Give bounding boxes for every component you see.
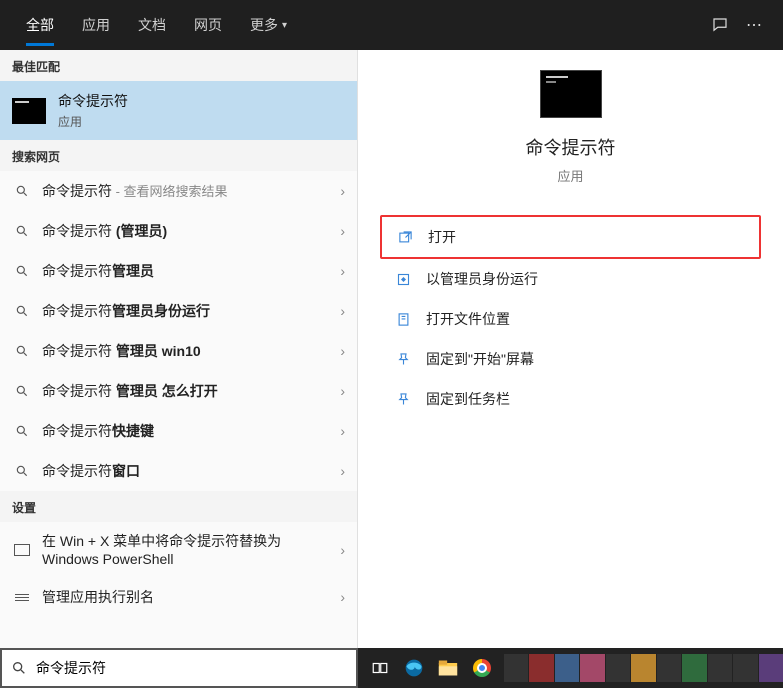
feedback-icon[interactable]: [703, 8, 737, 42]
action-pin-taskbar-label: 固定到任务栏: [426, 389, 510, 409]
search-tab-bar: 全部 应用 文档 网页 更多 ▾ ⋯: [0, 0, 783, 50]
web-result-item[interactable]: 命令提示符 - 查看网络搜索结果 ›: [0, 171, 357, 211]
web-result-label: 命令提示符 (管理员): [42, 221, 334, 241]
chevron-right-icon: ›: [334, 303, 345, 319]
action-pin-start-label: 固定到"开始"屏幕: [426, 349, 534, 369]
shield-icon: [392, 272, 414, 287]
settings-item-label: 管理应用执行别名: [42, 588, 334, 606]
chevron-right-icon: ›: [334, 183, 345, 199]
chevron-right-icon: ›: [334, 223, 345, 239]
web-result-item[interactable]: 命令提示符管理员 ›: [0, 251, 357, 291]
action-run-admin-label: 以管理员身份运行: [426, 269, 538, 289]
web-result-label: 命令提示符 管理员 怎么打开: [42, 381, 334, 401]
settings-item-icon: [12, 592, 32, 603]
chevron-right-icon: ›: [334, 343, 345, 359]
best-match-header: 最佳匹配: [0, 50, 357, 81]
edge-icon[interactable]: [398, 652, 430, 684]
chevron-right-icon: ›: [334, 542, 345, 558]
tab-all[interactable]: 全部: [12, 0, 68, 50]
search-icon: [12, 464, 32, 478]
settings-item[interactable]: 管理应用执行别名 ›: [0, 578, 357, 616]
web-result-label: 命令提示符 管理员 win10: [42, 341, 334, 361]
action-open-label: 打开: [428, 227, 456, 247]
chevron-right-icon: ›: [334, 589, 345, 605]
web-result-label: 命令提示符管理员身份运行: [42, 301, 334, 321]
action-pin-start[interactable]: 固定到"开始"屏幕: [380, 339, 761, 379]
web-result-label: 命令提示符窗口: [42, 461, 334, 481]
search-icon: [12, 344, 32, 358]
chevron-down-icon: ▾: [282, 20, 287, 31]
preview-title: 命令提示符: [526, 134, 616, 160]
task-view-icon[interactable]: [364, 652, 396, 684]
search-icon: [12, 304, 32, 318]
web-result-label: 命令提示符 - 查看网络搜索结果: [42, 181, 334, 201]
settings-item-label: 在 Win + X 菜单中将命令提示符替换为 Windows PowerShel…: [42, 532, 334, 568]
tab-more-label: 更多: [250, 15, 278, 35]
pin-icon: [392, 352, 414, 367]
web-result-item[interactable]: 命令提示符管理员身份运行 ›: [0, 291, 357, 331]
web-result-item[interactable]: 命令提示符快捷键 ›: [0, 411, 357, 451]
settings-item[interactable]: 在 Win + X 菜单中将命令提示符替换为 Windows PowerShel…: [0, 522, 357, 578]
chevron-right-icon: ›: [334, 383, 345, 399]
web-search-header: 搜索网页: [0, 140, 357, 171]
taskbar: [358, 648, 783, 688]
search-icon: [12, 384, 32, 398]
chevron-right-icon: ›: [334, 423, 345, 439]
chrome-icon[interactable]: [466, 652, 498, 684]
chevron-right-icon: ›: [334, 463, 345, 479]
search-input[interactable]: [36, 652, 356, 684]
bottom-bar: [0, 648, 783, 688]
web-result-item[interactable]: 命令提示符 管理员 win10 ›: [0, 331, 357, 371]
tab-web[interactable]: 网页: [180, 0, 236, 50]
file-explorer-icon[interactable]: [432, 652, 464, 684]
action-open-location[interactable]: 打开文件位置: [380, 299, 761, 339]
settings-header: 设置: [0, 491, 357, 522]
more-options-icon[interactable]: ⋯: [737, 8, 771, 42]
preview-sub: 应用: [557, 166, 583, 185]
search-icon: [12, 264, 32, 278]
search-icon: [12, 424, 32, 438]
folder-icon: [392, 312, 414, 327]
web-result-label: 命令提示符管理员: [42, 261, 334, 281]
search-icon: [12, 224, 32, 238]
search-icon: [12, 184, 32, 198]
web-result-item[interactable]: 命令提示符 (管理员) ›: [0, 211, 357, 251]
action-run-admin[interactable]: 以管理员身份运行: [380, 259, 761, 299]
cmd-thumb-icon: [12, 98, 46, 124]
best-match-item[interactable]: 命令提示符 应用: [0, 81, 357, 140]
web-result-item[interactable]: 命令提示符窗口 ›: [0, 451, 357, 491]
web-result-item[interactable]: 命令提示符 管理员 怎么打开 ›: [0, 371, 357, 411]
settings-item-icon: [12, 544, 32, 556]
taskbar-apps: [504, 654, 783, 682]
tab-docs[interactable]: 文档: [124, 0, 180, 50]
results-panel: 最佳匹配 命令提示符 应用 搜索网页 命令提示符 - 查看网络搜索结果 › 命令…: [0, 50, 358, 648]
app-preview-icon: [540, 70, 602, 118]
best-match-sub: 应用: [58, 113, 128, 130]
search-icon: [2, 660, 36, 676]
web-result-label: 命令提示符快捷键: [42, 421, 334, 441]
best-match-title: 命令提示符: [58, 91, 128, 111]
search-box[interactable]: [0, 648, 358, 688]
preview-panel: 命令提示符 应用 打开 以管理员身份运行 打开文件位置: [358, 50, 783, 648]
pin-icon: [392, 392, 414, 407]
tab-more[interactable]: 更多 ▾: [236, 0, 301, 50]
action-open-location-label: 打开文件位置: [426, 309, 510, 329]
tab-apps[interactable]: 应用: [68, 0, 124, 50]
open-icon: [394, 230, 416, 245]
chevron-right-icon: ›: [334, 263, 345, 279]
action-open[interactable]: 打开: [380, 215, 761, 259]
action-pin-taskbar[interactable]: 固定到任务栏: [380, 379, 761, 419]
